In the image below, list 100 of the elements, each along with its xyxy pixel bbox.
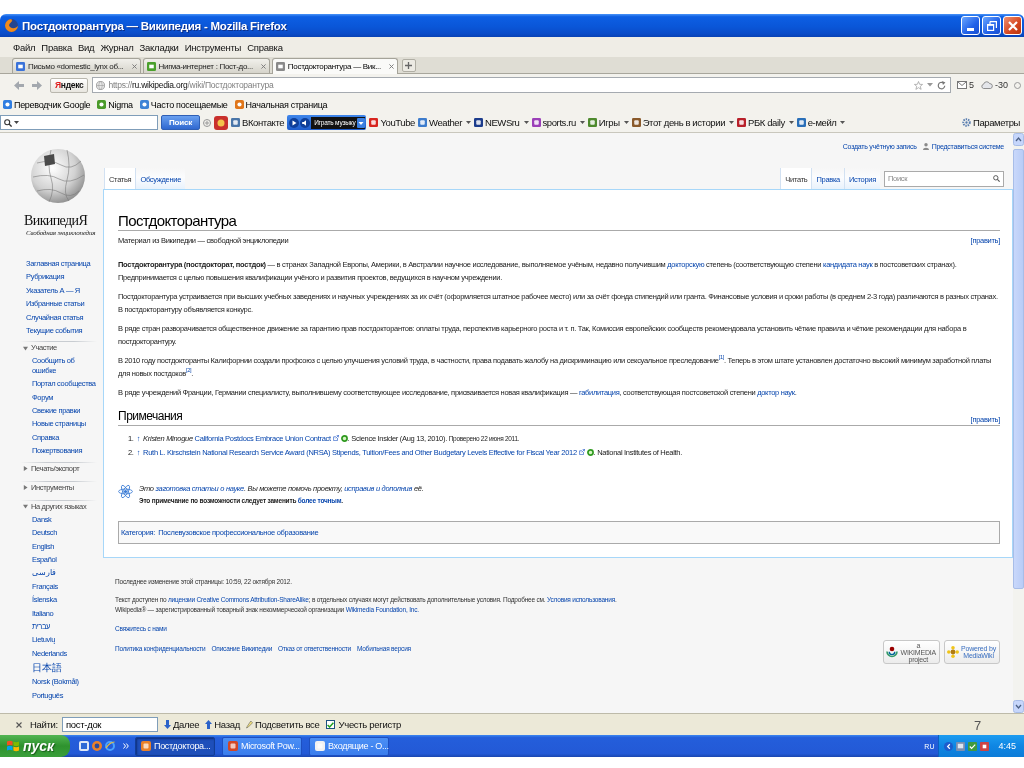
window-icon	[141, 741, 151, 751]
app-icon[interactable]	[105, 741, 115, 751]
site-icon	[97, 100, 107, 109]
checkbox[interactable]	[325, 720, 335, 729]
menu-item[interactable]: Журнал	[100, 41, 134, 53]
taskbar-button[interactable]: Постдоктора...	[135, 736, 215, 756]
site-icon	[234, 100, 244, 109]
browser-tab[interactable]: Нигма-интернет : Пост-до...	[142, 58, 270, 73]
settings-icon	[961, 118, 971, 127]
find-field[interactable]: пост-док	[61, 717, 158, 732]
forward-arrow-icon[interactable]	[32, 80, 42, 90]
ring-icon[interactable]	[586, 449, 594, 456]
taskbar-button[interactable]: Microsoft Pow...	[222, 736, 302, 756]
close-icon[interactable]	[388, 64, 394, 69]
volume-icon[interactable]	[300, 117, 311, 128]
address-field[interactable]: https://ru.wikipedia.org/wiki/Постдокторантура	[92, 77, 951, 93]
scroll-up-icon[interactable]	[1013, 133, 1024, 146]
star-icon[interactable]	[913, 80, 923, 90]
back-arrow-icon[interactable]	[14, 80, 24, 90]
toolbar-link[interactable]: РБК daily	[737, 117, 794, 128]
settings-button[interactable]: Параметры	[961, 117, 1020, 128]
caret-icon	[729, 121, 735, 124]
clock: 4:45	[998, 741, 1016, 751]
find-previous-button[interactable]: Назад	[205, 719, 240, 730]
site-icon	[418, 118, 427, 127]
minimize-icon	[967, 27, 974, 31]
match-case-label[interactable]: Учесть регистр	[338, 719, 401, 730]
site-icon	[473, 118, 483, 127]
caret-icon	[840, 121, 846, 124]
search-engine-button[interactable]: Яндекс	[50, 77, 89, 93]
bookmark-item[interactable]: Переводчик Google	[3, 99, 91, 110]
menu-item[interactable]: Файл	[13, 41, 36, 53]
site-icon	[796, 118, 806, 127]
user-icon	[922, 143, 929, 150]
chevron-icon[interactable]	[123, 743, 129, 749]
close-icon[interactable]	[131, 63, 137, 69]
bookmark-item[interactable]: Nigma	[97, 99, 133, 110]
mail-icon[interactable]	[956, 81, 967, 89]
toolbar-link[interactable]: sports.ru	[531, 117, 585, 128]
floating-digit: 7	[974, 719, 982, 732]
caret-icon	[579, 121, 585, 124]
caret-icon[interactable]	[14, 121, 19, 124]
firefox-icon	[5, 19, 18, 32]
site-icon	[231, 118, 240, 127]
window-icon	[315, 741, 325, 751]
cloud-icon[interactable]	[981, 81, 993, 89]
toolbar-link[interactable]: Weather	[418, 117, 471, 128]
toolbar-link[interactable]: e-мейл	[796, 117, 846, 128]
toolbar-link[interactable]: YouTube	[369, 117, 415, 128]
minimize-button[interactable]	[961, 16, 980, 35]
up-arrow-icon	[205, 720, 213, 729]
sidebar-link[interactable]: 日本語	[32, 662, 62, 674]
search-icon[interactable]	[993, 175, 1000, 182]
reload-icon[interactable]	[936, 80, 946, 90]
scrollbar-thumb[interactable]	[1013, 149, 1024, 589]
find-label: Найти:	[30, 719, 58, 730]
plus-icon[interactable]	[203, 118, 211, 127]
menu-item[interactable]: Закладки	[139, 41, 179, 53]
tray-icon[interactable]	[944, 741, 954, 751]
toolbar-link[interactable]: Этот день в истории	[631, 117, 735, 128]
scrollbar[interactable]	[1013, 133, 1024, 713]
search-button[interactable]: Поиск	[161, 115, 200, 130]
flower-icon	[947, 646, 960, 658]
maximize-button[interactable]	[982, 16, 1001, 35]
menu-item[interactable]: Инструменты	[184, 41, 242, 53]
caret-icon	[788, 121, 794, 124]
app-icon[interactable]	[214, 115, 228, 130]
toolbar-link[interactable]: NEWSru	[473, 117, 529, 128]
menu-item[interactable]: Правка	[41, 41, 72, 53]
globe-icon	[96, 80, 106, 90]
close-icon[interactable]	[260, 63, 266, 69]
close-icon[interactable]	[16, 721, 22, 728]
new-tab-button[interactable]	[401, 59, 416, 72]
browser-tab[interactable]: Постдокторантура — Вик...	[271, 58, 398, 74]
highlight-all-button[interactable]: Подсветить все	[246, 719, 320, 730]
article-title: Постдокторантура	[118, 211, 237, 230]
tray-icon[interactable]	[980, 741, 990, 751]
window-title: Постдокторантура — Википедия - Mozilla Firefox	[22, 19, 288, 32]
toolbar-link[interactable]: ВКонтакте	[231, 117, 285, 128]
plus-icon	[405, 62, 413, 69]
caret-icon	[465, 121, 471, 124]
start-button[interactable]: пуск	[0, 735, 70, 757]
bookmark-item[interactable]: Начальная страница	[234, 99, 328, 110]
puzzle-globe-logo[interactable]	[31, 148, 85, 204]
tray-icon[interactable]	[968, 741, 978, 751]
scroll-down-icon[interactable]	[1013, 700, 1024, 713]
play-icon[interactable]	[289, 117, 300, 128]
close-button[interactable]	[1003, 16, 1022, 35]
ring-icon[interactable]	[340, 435, 348, 442]
find-next-button[interactable]: Далее	[163, 719, 200, 730]
site-icon	[3, 100, 12, 109]
tray-icon[interactable]	[956, 741, 966, 751]
bookmark-item[interactable]: Часто посещаемые	[139, 99, 228, 110]
search-field[interactable]	[0, 115, 158, 130]
browser-tab[interactable]: Письмо «domestic_lynx об...	[12, 58, 141, 73]
toolbar-link[interactable]: Игры	[587, 117, 629, 128]
caret-icon	[357, 117, 366, 128]
taskbar-button[interactable]: Входящие - О...	[309, 736, 389, 756]
menu-item[interactable]: Вид	[77, 41, 95, 53]
menu-item[interactable]: Справка	[247, 41, 283, 53]
